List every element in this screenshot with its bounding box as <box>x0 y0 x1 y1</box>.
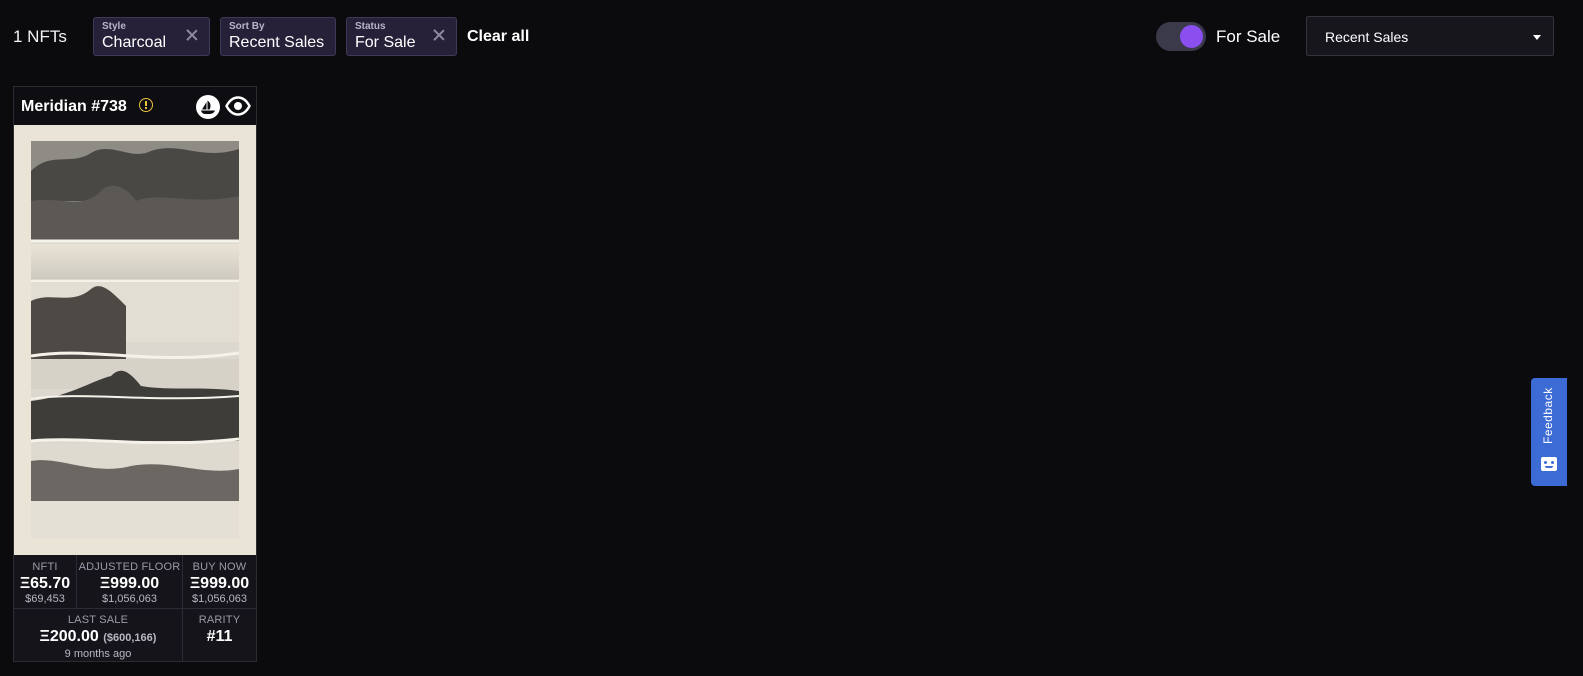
stat-label: RARITY <box>198 614 241 626</box>
feedback-button[interactable]: Feedback <box>1531 378 1567 486</box>
opensea-icon[interactable] <box>196 95 220 119</box>
toggle-knob <box>1180 25 1203 48</box>
stat-time: 9 months ago <box>64 648 132 660</box>
for-sale-toggle-label: For Sale <box>1216 27 1281 46</box>
stat-adjusted-floor: ADJUSTED FLOOR Ξ999.00 $1,056,063 <box>77 561 182 606</box>
stat-value: Ξ200.00 <box>39 628 99 645</box>
filter-chip-status[interactable]: Status For Sale <box>346 17 457 56</box>
stat-value: Ξ65.70 <box>19 575 71 592</box>
results-count: 1 NFTs <box>13 27 67 46</box>
filter-chip-label: Sort By <box>229 21 265 32</box>
card-header: Meridian #738 <box>14 87 256 125</box>
stat-rarity: RARITY #11 <box>183 614 256 646</box>
stat-value-row: Ξ200.00 ($600,166) <box>14 627 182 648</box>
stat-usd: ($600,166) <box>103 632 157 644</box>
stat-last-sale: LAST SALE Ξ200.00 ($600,166) 9 months ag… <box>14 614 182 661</box>
stat-usd: $1,056,063 <box>101 593 158 605</box>
stat-label: LAST SALE <box>67 614 129 626</box>
eye-icon[interactable] <box>225 95 251 117</box>
feedback-label: Feedback <box>1541 387 1555 444</box>
stat-label: BUY NOW <box>192 561 247 573</box>
artwork-image <box>31 141 239 539</box>
close-icon[interactable] <box>185 28 199 42</box>
filter-chip-style[interactable]: Style Charcoal <box>93 17 210 56</box>
stat-value: Ξ999.00 <box>99 575 160 592</box>
sort-select-value: Recent Sales <box>1325 29 1409 45</box>
close-icon[interactable] <box>432 28 446 42</box>
stat-usd: $69,453 <box>25 593 65 605</box>
stat-value: #11 <box>206 628 233 645</box>
smiley-icon <box>1541 457 1557 471</box>
card-stats: NFTI Ξ65.70 $69,453 ADJUSTED FLOOR Ξ999.… <box>14 555 256 661</box>
warning-icon[interactable] <box>139 98 153 112</box>
filter-chip-value: Recent Sales <box>229 34 325 51</box>
stat-label: NFTI <box>32 561 58 573</box>
for-sale-toggle[interactable] <box>1156 22 1206 51</box>
card-title: Meridian #738 <box>21 98 127 115</box>
stat-value: Ξ999.00 <box>189 575 250 592</box>
stat-nfti: NFTI Ξ65.70 $69,453 <box>14 561 76 606</box>
nft-card[interactable]: Meridian #738 NFTI Ξ65.70 $69,453 ADJUST… <box>13 86 257 662</box>
filter-bar: 1 NFTs Style Charcoal Sort By Recent Sal… <box>0 0 1583 74</box>
clear-all-button[interactable]: Clear all <box>467 28 529 46</box>
stat-buy-now: BUY NOW Ξ999.00 $1,056,063 <box>183 561 256 606</box>
divider <box>14 608 256 609</box>
chevron-down-icon <box>1533 35 1541 40</box>
nft-artwork[interactable] <box>14 125 256 555</box>
stat-label: ADJUSTED FLOOR <box>78 561 181 573</box>
sort-select[interactable]: Recent Sales <box>1306 16 1554 56</box>
stat-usd: $1,056,063 <box>191 593 248 605</box>
filter-chip-sort-by[interactable]: Sort By Recent Sales <box>220 17 336 56</box>
